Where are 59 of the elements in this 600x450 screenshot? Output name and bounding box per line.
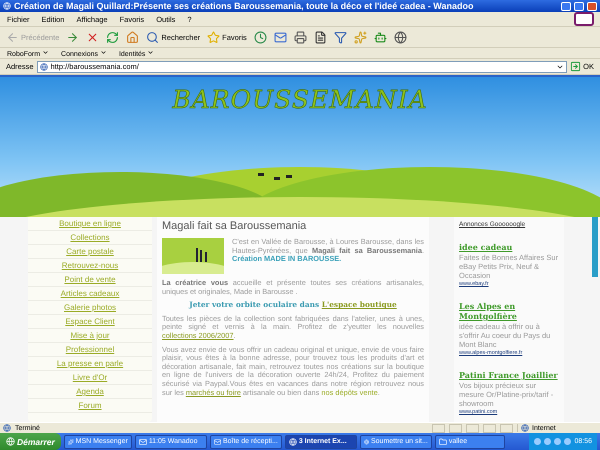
ad-title-link[interactable]: Les Alpes en Montgolfière [459,301,559,321]
status-pane [449,424,462,432]
funnel-icon[interactable] [334,30,347,44]
globe-icon [3,2,11,10]
globe-icon [288,438,297,446]
search-icon [146,30,160,44]
article-heading: Magali fait sa Baroussemania [162,220,308,233]
home-icon[interactable] [126,30,140,44]
nav-link[interactable]: Point de vente [28,273,152,287]
back-arrow-icon [6,30,19,44]
maximize-button[interactable] [574,2,584,10]
nav-link[interactable]: Agenda [28,385,152,399]
status-pane [500,424,513,432]
nav-link[interactable]: Espace Client [28,315,152,329]
site-title: BAROUSSEMANIA [172,85,428,115]
mail-icon [214,438,221,446]
start-button[interactable]: Démarrer [0,433,61,450]
landscape-thumbnail [162,238,224,274]
nav-link[interactable]: La presse en parle [28,357,152,371]
caret-icon [147,48,154,56]
globe-icon[interactable] [394,30,407,44]
close-button[interactable] [587,2,597,10]
nav-link[interactable]: Retrouvez-nous [28,259,152,273]
globe-icon [40,62,48,70]
nav-link[interactable]: Collections [28,231,152,245]
globe-icon [364,438,369,446]
robot-icon[interactable] [374,30,387,44]
status-pane [483,424,496,432]
sparkle-icon [68,438,74,446]
folder-icon [438,438,447,446]
globe-icon [521,424,529,432]
nav-link[interactable]: Boutique en ligne [28,217,152,231]
nav-link[interactable]: Carte postale [28,245,152,259]
status-pane [432,424,445,432]
nav-link[interactable]: Forum [28,399,152,413]
nav-link[interactable]: Mise à jour [28,329,152,343]
ad-title-link[interactable]: idee cadeau [459,242,559,252]
page-icon [3,424,11,432]
ad-title-link[interactable]: Patini France Joaillier [459,370,559,380]
printer-icon[interactable] [294,30,307,44]
document-icon[interactable] [314,30,327,44]
logo-icon [574,12,594,26]
star-icon [207,30,220,44]
mail-icon [138,438,147,446]
nav-link[interactable]: Galerie photos [28,301,152,315]
caret-icon [42,48,50,56]
nav-link[interactable]: Professionnel [28,343,152,357]
forward-arrow-icon[interactable] [66,30,80,44]
caret-icon [100,48,107,56]
refresh-icon[interactable] [106,30,120,44]
window-title: Création de Magali Quillard:Présente ses créations Baroussemania, toute la déco et l'ideé cadea - Wanadoo [14,1,474,11]
side-stripe [592,217,598,277]
minimize-button[interactable] [561,2,571,10]
status-pane [466,424,479,432]
nav-link[interactable]: Articles cadeaux [28,287,152,301]
clock-icon[interactable] [254,30,267,44]
mail-icon[interactable] [274,30,287,44]
close-icon[interactable] [86,30,100,44]
nav-link[interactable]: Livre d'Or [28,371,152,385]
